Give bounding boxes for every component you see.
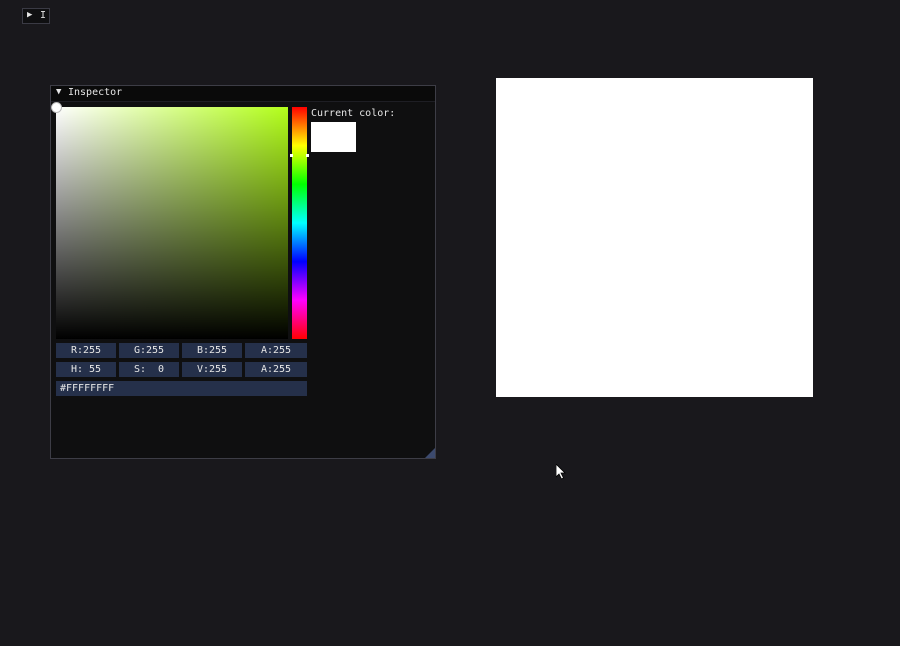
hue-slider-handle[interactable]	[290, 154, 309, 157]
red-field[interactable]: R:255	[56, 343, 116, 358]
saturation-field[interactable]: S: 0	[119, 362, 179, 377]
hsv-alpha-field[interactable]: A:255	[245, 362, 307, 377]
blue-field[interactable]: B:255	[182, 343, 242, 358]
value-field[interactable]: V:255	[182, 362, 242, 377]
color-preview-canvas	[496, 78, 813, 397]
inspector-window: ▼ Inspector Current color: R:255 G:255 B…	[50, 85, 436, 459]
inspector-titlebar[interactable]: ▼ Inspector	[51, 86, 435, 102]
sv-picker-handle[interactable]	[51, 102, 62, 113]
hue-slider[interactable]	[290, 107, 309, 339]
resize-grip[interactable]	[425, 448, 435, 458]
hex-input[interactable]: #FFFFFFFF	[56, 381, 307, 396]
alpha-field[interactable]: A:255	[245, 343, 307, 358]
expand-arrow-icon[interactable]: ▶	[27, 10, 32, 20]
inspector-title: Inspector	[68, 87, 123, 98]
collapsed-window-title: I	[40, 10, 47, 21]
current-color-label: Current color:	[311, 108, 396, 119]
mouse-pointer-icon	[556, 464, 566, 480]
saturation-value-picker[interactable]	[51, 102, 288, 339]
hue-field[interactable]: H: 55	[56, 362, 116, 377]
current-color-swatch	[311, 122, 356, 152]
green-field[interactable]: G:255	[119, 343, 179, 358]
collapse-arrow-icon[interactable]: ▼	[56, 87, 61, 97]
value-gradient	[56, 107, 288, 339]
collapsed-window[interactable]: ▶ I	[22, 8, 50, 24]
